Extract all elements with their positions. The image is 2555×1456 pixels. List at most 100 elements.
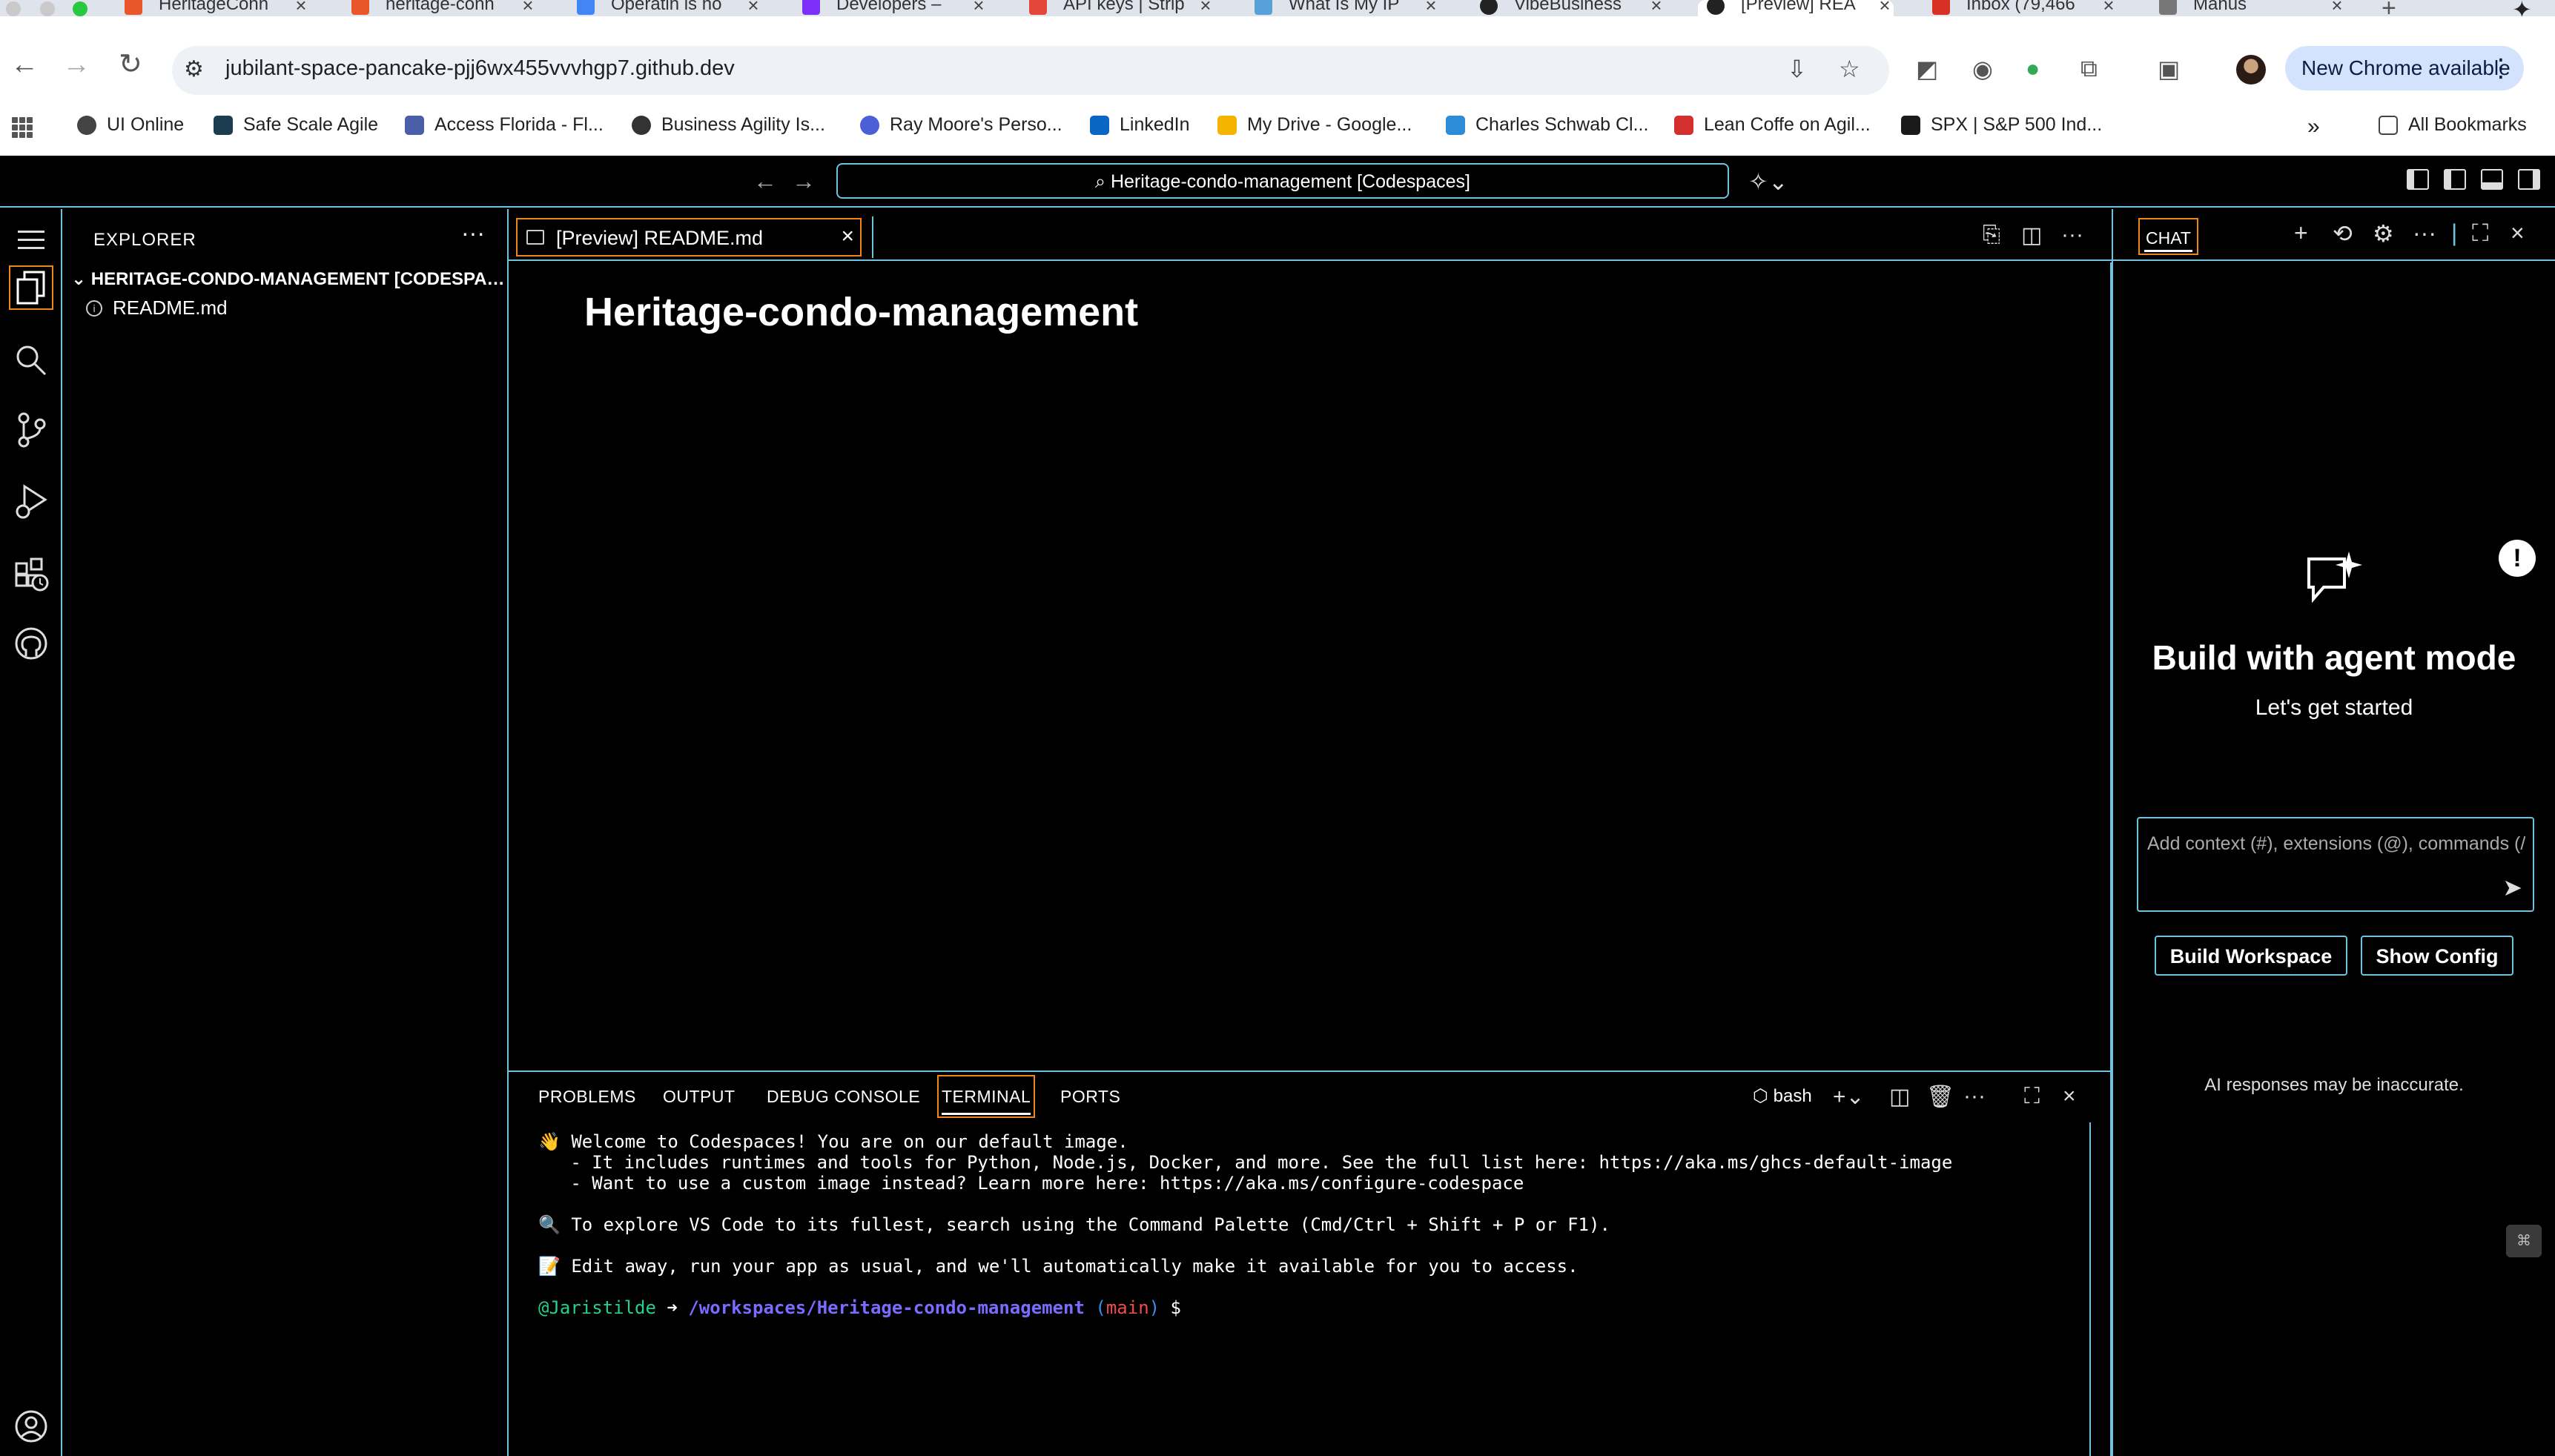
split-terminal-icon[interactable]: ◫ [1889, 1084, 1910, 1110]
workspace-root-folder[interactable]: ⌄ HERITAGE-CONDO-MANAGEMENT [CODESPACES] [71, 268, 507, 290]
avatar[interactable] [2236, 55, 2266, 85]
minimize-window-button[interactable] [40, 1, 55, 16]
terminal-scrollbar[interactable] [2089, 1122, 2091, 1456]
open-source-icon[interactable]: ⎘ [1983, 222, 2000, 248]
forward-button[interactable]: → [62, 49, 90, 81]
extensions-puzzle-icon[interactable]: ⧉ [2080, 55, 2098, 83]
command-center[interactable]: ⌕ Heritage-condo-management [Codespaces] [836, 163, 1729, 199]
zoom-window-button[interactable] [73, 1, 87, 16]
tab-close-icon[interactable]: × [519, 0, 537, 16]
tab-close-icon[interactable]: × [2100, 0, 2118, 16]
browser-tab[interactable]: HeritageConn × [125, 0, 310, 16]
forward-arrow-icon[interactable]: → [792, 168, 816, 195]
close-panel-icon[interactable]: × [2063, 1084, 2076, 1109]
browser-tab[interactable]: heritage-conn × [351, 0, 537, 16]
tab-chat[interactable]: CHAT [2138, 218, 2198, 255]
history-icon[interactable]: ⟲ [2333, 219, 2353, 248]
toggle-secondary-sidebar-icon[interactable] [2518, 169, 2540, 190]
browser-tab[interactable]: Developers – × [802, 0, 988, 16]
more-actions-icon[interactable]: ··· [2061, 222, 2083, 248]
copilot-status-icon[interactable]: ⌘ [2506, 1225, 2542, 1257]
more-actions-icon[interactable]: ··· [2413, 219, 2436, 247]
bookmark-item[interactable]: Ray Moore's Perso... [860, 114, 1062, 136]
alert-icon[interactable]: ! [2499, 540, 2536, 577]
maximize-icon[interactable]: ⛶ [2472, 219, 2488, 248]
copilot-icon[interactable]: ✧⌄ [1748, 168, 1788, 196]
tab-terminal[interactable]: TERMINAL [937, 1075, 1036, 1118]
all-bookmarks-button[interactable]: All Bookmarks [2379, 114, 2527, 136]
url-text[interactable]: jubilant-space-pancake-pjj6wx455vvvhgp7.… [225, 56, 735, 81]
more-bookmarks-icon[interactable]: » [2307, 114, 2320, 139]
send-icon[interactable]: ➤ [2502, 873, 2522, 901]
browser-tab[interactable]: Manus × [2159, 0, 2346, 16]
chat-input[interactable]: Add context (#), extensions (@), command… [2137, 817, 2534, 912]
toggle-panel-icon[interactable] [2481, 169, 2503, 190]
browser-tab[interactable]: What Is My IP × [1255, 0, 1440, 16]
github-icon[interactable] [9, 621, 53, 666]
extension-icon[interactable]: ◩ [1916, 55, 1938, 83]
editor-tab-readme-preview[interactable]: [Preview] README.md × [516, 218, 862, 257]
bookmark-item[interactable]: Charles Schwab Cl... [1446, 114, 1648, 136]
address-bar[interactable]: ⚙ jubilant-space-pancake-pjj6wx455vvvhgp… [172, 46, 1889, 95]
bookmark-item[interactable]: Business Agility Is... [632, 114, 825, 136]
site-info-icon[interactable]: ⚙ [184, 56, 204, 82]
new-chrome-available-button[interactable]: New Chrome available ⋮ [2285, 46, 2524, 90]
split-editor-icon[interactable]: ◫ [2021, 222, 2042, 248]
tab-close-icon[interactable]: × [1422, 0, 1440, 16]
tab-close-icon[interactable]: × [1647, 0, 1665, 16]
browser-tab[interactable]: API keys | Strip × [1029, 0, 1214, 16]
bookmark-item[interactable]: Access Florida - Fl... [405, 114, 604, 136]
maximize-panel-icon[interactable]: ⛶ [2024, 1084, 2040, 1109]
browser-tab-active[interactable]: [Preview] REA × [1698, 0, 1894, 16]
tab-close-icon[interactable]: × [970, 0, 988, 16]
close-icon[interactable]: × [841, 224, 854, 249]
tab-close-icon[interactable]: × [744, 0, 762, 16]
accounts-icon[interactable] [9, 1404, 53, 1449]
bookmark-item[interactable]: Safe Scale Agile [214, 114, 378, 136]
menu-icon[interactable] [9, 218, 53, 262]
tab-problems[interactable]: PROBLEMS [538, 1072, 636, 1121]
extensions-icon[interactable] [9, 552, 53, 596]
extension-icon[interactable]: ● [2026, 55, 2040, 82]
toggle-primary-sidebar-icon[interactable] [2444, 169, 2466, 190]
bookmark-item[interactable]: My Drive - Google... [1217, 114, 1412, 136]
tab-debug-console[interactable]: DEBUG CONSOLE [767, 1072, 920, 1121]
build-workspace-button[interactable]: Build Workspace [2155, 936, 2347, 976]
browser-tab[interactable]: Inbox (79,466 × [1932, 0, 2118, 16]
more-actions-icon[interactable]: ··· [461, 219, 485, 247]
search-icon[interactable] [9, 338, 53, 383]
browser-tab[interactable]: VibeBusiness × [1480, 0, 1665, 16]
tab-close-icon[interactable]: × [1197, 0, 1214, 16]
reload-button[interactable]: ↻ [119, 47, 142, 81]
file-item-readme[interactable]: i README.md [86, 297, 228, 320]
show-config-button[interactable]: Show Config [2361, 936, 2513, 976]
bookmark-item[interactable]: SPX | S&P 500 Ind... [1901, 114, 2102, 136]
tab-close-icon[interactable]: × [2328, 0, 2346, 16]
terminal-shell-selector[interactable]: ⬡ bash [1753, 1085, 1812, 1107]
terminal-output[interactable]: 👋 Welcome to Codespaces! You are on our … [538, 1131, 1952, 1318]
tab-output[interactable]: OUTPUT [663, 1072, 736, 1121]
apps-grid-icon[interactable] [12, 117, 33, 138]
bookmark-item[interactable]: Lean Coffe on Agil... [1674, 114, 1871, 136]
tab-close-icon[interactable]: × [1876, 0, 1894, 16]
back-arrow-icon[interactable]: ← [753, 168, 777, 195]
run-debug-icon[interactable] [9, 479, 53, 523]
new-chat-icon[interactable]: + [2294, 219, 2308, 247]
tab-ports[interactable]: PORTS [1060, 1072, 1120, 1121]
customize-layout-icon[interactable] [2407, 169, 2429, 190]
bookmark-item[interactable]: LinkedIn [1090, 114, 1190, 136]
explorer-files-icon[interactable] [9, 265, 53, 310]
close-window-button[interactable] [6, 1, 21, 16]
bookmark-star-icon[interactable]: ☆ [1839, 55, 1860, 83]
bookmark-item[interactable]: UI Online [77, 114, 184, 136]
tab-search-icon[interactable]: ▣ [2158, 55, 2180, 83]
source-control-icon[interactable] [9, 408, 53, 452]
gear-icon[interactable]: ⚙ [2373, 219, 2394, 248]
close-icon[interactable]: × [2511, 219, 2525, 247]
extension-icon[interactable]: ◉ [1972, 55, 1993, 83]
back-button[interactable]: ← [10, 49, 39, 81]
tab-close-icon[interactable]: × [292, 0, 310, 16]
trash-icon[interactable]: 🗑 [1926, 1084, 1954, 1110]
install-app-icon[interactable]: ⇩ [1787, 55, 1807, 83]
browser-tab[interactable]: Operatin is ho × [577, 0, 762, 16]
